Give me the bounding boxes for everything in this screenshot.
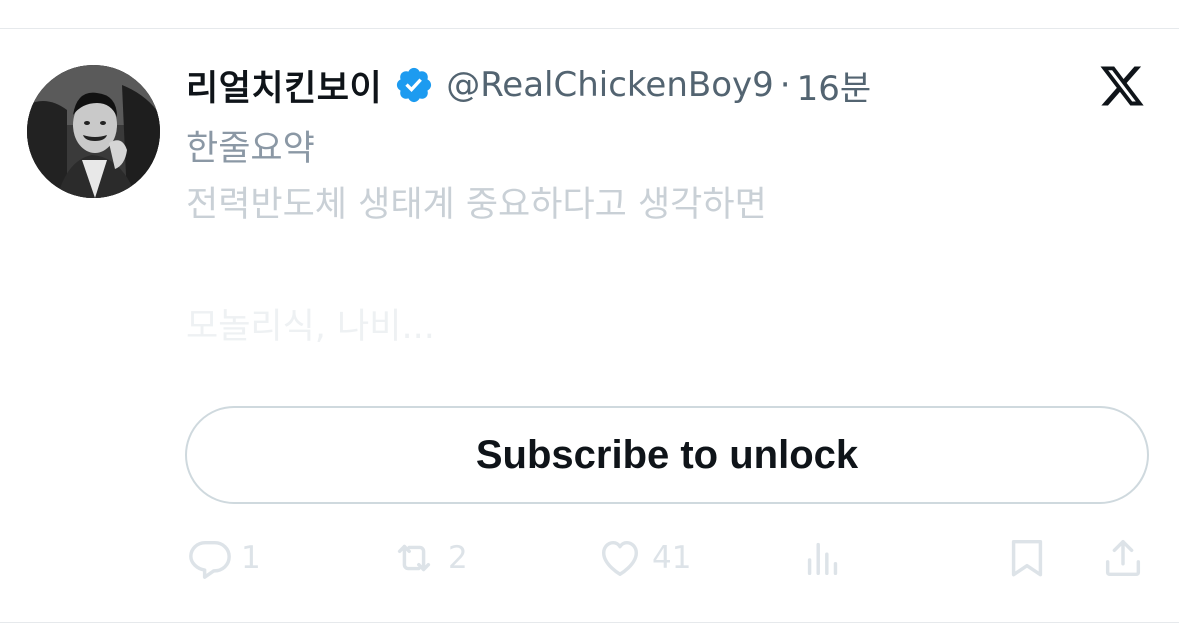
reply-button[interactable]: 1 [187, 533, 261, 583]
like-count: 41 [652, 540, 692, 576]
top-divider [0, 28, 1179, 29]
verified-badge-icon [394, 65, 434, 105]
bookmark-icon [1004, 535, 1050, 581]
bookmark-button[interactable] [1004, 533, 1050, 583]
subscribe-button-label: Subscribe to unlock [475, 432, 859, 477]
tweet-text-line-1: 한줄요약 [186, 129, 315, 169]
tweet-text-line-2: 전력반도체 생태계 중요하다고 생각하면 [186, 185, 767, 225]
avatar[interactable] [27, 65, 160, 198]
reply-icon [187, 535, 233, 581]
user-handle[interactable]: @RealChickenBoy9 [446, 65, 774, 105]
separator-dot: · [779, 65, 791, 105]
display-name[interactable]: 리얼치킨보이 [186, 60, 382, 111]
subscribe-to-unlock-button[interactable]: Subscribe to unlock [185, 406, 1149, 504]
reply-count: 1 [241, 540, 261, 576]
share-button[interactable] [1100, 533, 1146, 583]
heart-icon [596, 535, 644, 581]
avatar-image [27, 65, 160, 198]
views-button[interactable] [800, 533, 846, 583]
x-logo-icon[interactable] [1097, 62, 1147, 110]
repost-count: 2 [448, 540, 468, 576]
tweet-header: 리얼치킨보이 @RealChickenBoy9 · 16분 [186, 60, 872, 111]
repost-icon [388, 535, 440, 581]
timestamp[interactable]: 16분 [797, 61, 872, 110]
views-icon [800, 535, 846, 581]
bottom-divider [0, 622, 1179, 623]
share-icon [1100, 535, 1146, 581]
tweet-text-line-3-faded: 모놀리식, 나비... [186, 307, 435, 347]
repost-button[interactable]: 2 [388, 533, 468, 583]
like-button[interactable]: 41 [596, 533, 691, 583]
